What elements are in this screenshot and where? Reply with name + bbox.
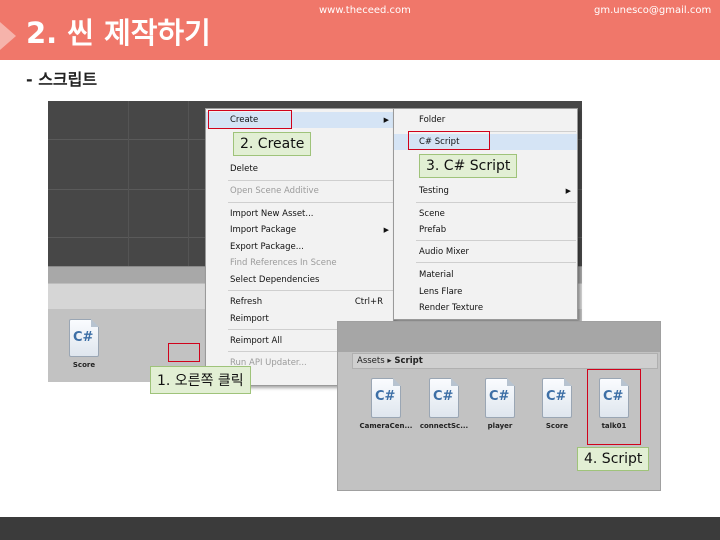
menu-item-import-package[interactable]: Import Package ▶ bbox=[206, 222, 395, 238]
menu-item-export-package[interactable]: Export Package... bbox=[206, 239, 395, 255]
slide-subtitle: - 스크립트 bbox=[26, 70, 98, 89]
footer-email: gm.unesco@gmail.com bbox=[594, 5, 712, 16]
menu-item-open-scene-additive[interactable]: Open Scene Additive bbox=[206, 183, 395, 199]
project-window-top bbox=[338, 322, 660, 352]
menu-item-delete[interactable]: Delete bbox=[206, 161, 395, 177]
asset-score[interactable]: C# Score bbox=[529, 378, 585, 430]
slide-title: 2. 씬 제작하기 bbox=[26, 16, 211, 50]
csharp-file-icon: C# bbox=[69, 319, 99, 357]
asset-label: Score bbox=[72, 361, 96, 369]
asset-cameracen[interactable]: C# CameraCen... bbox=[358, 378, 414, 430]
submenu-arrow-icon: ▶ bbox=[383, 116, 389, 124]
callout-step-1: 1. 오른쪽 클릭 bbox=[150, 366, 251, 394]
csharp-file-icon: C# bbox=[429, 378, 459, 418]
right-click-target-box bbox=[168, 343, 200, 362]
csharp-file-icon: C# bbox=[542, 378, 572, 418]
menu-item-audio-mixer[interactable]: Audio Mixer bbox=[394, 244, 577, 260]
breadcrumb-root[interactable]: Assets bbox=[357, 356, 385, 366]
new-script-highlight-box bbox=[587, 369, 641, 445]
csharp-script-highlight-box bbox=[408, 131, 490, 150]
menu-item-render-texture[interactable]: Render Texture bbox=[394, 300, 577, 316]
callout-step-3: 3. C# Script bbox=[419, 154, 518, 178]
csharp-file-icon: C# bbox=[485, 378, 515, 418]
menu-item-prefab[interactable]: Prefab bbox=[394, 222, 577, 238]
callout-step-4: 4. Script bbox=[577, 447, 650, 471]
asset-connectsc[interactable]: C# connectSc... bbox=[416, 378, 472, 430]
menu-item-lens-flare[interactable]: Lens Flare bbox=[394, 284, 577, 300]
asset-label: connectSc... bbox=[419, 422, 469, 430]
csharp-file-icon: C# bbox=[371, 378, 401, 418]
slide-footer bbox=[0, 517, 720, 540]
breadcrumb: Assets ▸ Script bbox=[352, 353, 658, 369]
breadcrumb-current[interactable]: Script bbox=[394, 356, 422, 366]
menu-item-material[interactable]: Material bbox=[394, 267, 577, 283]
asset-label: Score bbox=[545, 422, 569, 430]
menu-item-refresh[interactable]: Refresh Ctrl+R bbox=[206, 294, 395, 310]
asset-score[interactable]: C# Score bbox=[57, 319, 111, 369]
menu-item-folder[interactable]: Folder bbox=[394, 112, 577, 128]
shortcut-label: Ctrl+R bbox=[354, 297, 383, 307]
menu-item-scene[interactable]: Scene bbox=[394, 206, 577, 222]
menu-item-import-new-asset[interactable]: Import New Asset... bbox=[206, 206, 395, 222]
asset-label: CameraCen... bbox=[359, 422, 413, 430]
submenu-arrow-icon: ▶ bbox=[565, 187, 571, 195]
menu-item-testing[interactable]: Testing ▶ bbox=[394, 183, 577, 199]
asset-label: player bbox=[487, 422, 513, 430]
breadcrumb-separator-icon: ▸ bbox=[387, 356, 392, 366]
callout-step-2: 2. Create bbox=[233, 132, 312, 156]
menu-item-find-references[interactable]: Find References In Scene bbox=[206, 255, 395, 271]
submenu-arrow-icon: ▶ bbox=[383, 226, 389, 234]
asset-player[interactable]: C# player bbox=[472, 378, 528, 430]
footer-website: www.theceed.com bbox=[319, 5, 411, 16]
menu-item-select-dependencies[interactable]: Select Dependencies bbox=[206, 272, 395, 288]
header-accent bbox=[0, 22, 16, 50]
create-highlight-box bbox=[208, 110, 292, 129]
